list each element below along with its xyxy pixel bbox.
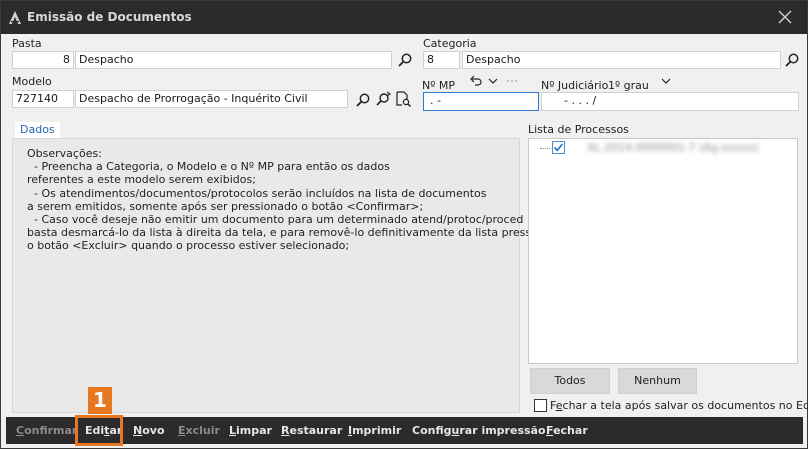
- dados-panel: Observações: - Preencha a Categoria, o M…: [12, 138, 555, 413]
- select-all-button[interactable]: Todos: [530, 368, 610, 394]
- categoria-code-field[interactable]: 8: [423, 51, 460, 69]
- close-button[interactable]: Fechar: [546, 417, 588, 444]
- grau-chevron-down-icon[interactable]: [660, 75, 672, 87]
- pasta-code-field[interactable]: 8: [12, 51, 74, 69]
- modelo-name-field[interactable]: Despacho de Prorrogação - Inquérito Civi…: [75, 90, 348, 108]
- grau-selector-label[interactable]: 1º grau: [608, 79, 649, 92]
- mp-label: Nº MP: [422, 79, 456, 92]
- modelo-search-icon[interactable]: [355, 92, 371, 108]
- undo-arrow-icon[interactable]: [469, 74, 483, 88]
- footer-toolbar: Confirmar Editar Novo Excluir Limpar Res…: [6, 417, 803, 444]
- restore-button[interactable]: Restaurar: [281, 417, 342, 444]
- window-title: Emissão de Documentos: [27, 10, 192, 24]
- select-none-button[interactable]: Nenhum: [618, 368, 697, 394]
- mp-chevron-down-icon[interactable]: [487, 75, 499, 87]
- document-emission-window: Emissão de Documentos Pasta 8 Despacho C…: [0, 0, 808, 449]
- modelo-code-field[interactable]: 727140: [12, 90, 74, 108]
- pasta-search-icon[interactable]: [397, 52, 413, 68]
- close-after-save-checkbox[interactable]: [534, 399, 547, 412]
- modelo-document-search-icon[interactable]: [395, 91, 411, 107]
- categoria-name-field[interactable]: Despacho: [462, 51, 781, 69]
- clear-button[interactable]: Limpar: [229, 417, 272, 444]
- tree-connector: [540, 148, 550, 149]
- pasta-name-field[interactable]: Despacho: [75, 51, 392, 69]
- checkmark-icon: [553, 143, 564, 152]
- process-item-checkbox[interactable]: [552, 141, 565, 154]
- categoria-search-icon[interactable]: [784, 52, 800, 68]
- process-list[interactable]: XL.2014.0000001-7 (Ag.xxxxx): [528, 138, 798, 364]
- process-list-label: Lista de Processos: [528, 123, 629, 136]
- process-item-label[interactable]: XL.2014.0000001-7 (Ag.xxxxx): [587, 141, 758, 154]
- title-bar: Emissão de Documentos: [1, 1, 807, 34]
- judiciario-label: Nº Judiciário: [541, 79, 609, 92]
- print-button[interactable]: Imprimir: [348, 417, 401, 444]
- judiciario-input[interactable]: - . . . /: [541, 92, 799, 111]
- categoria-label: Categoria: [423, 37, 477, 50]
- observations-text: Observações: - Preencha a Categoria, o M…: [27, 147, 555, 253]
- delete-button[interactable]: Excluir: [178, 417, 220, 444]
- modelo-refresh-search-icon[interactable]: [375, 91, 391, 107]
- new-button[interactable]: Novo: [133, 417, 165, 444]
- mp-input[interactable]: . -: [423, 92, 539, 111]
- more-dots-icon[interactable]: [506, 77, 518, 85]
- pasta-label: Pasta: [12, 37, 42, 50]
- edit-button-highlight: [75, 415, 123, 446]
- confirm-button[interactable]: Confirmar: [16, 417, 77, 444]
- modelo-label: Modelo: [12, 75, 52, 88]
- close-after-save-label[interactable]: Fechar a tela após salvar os documentos …: [550, 399, 808, 412]
- step-number-badge: 1: [88, 387, 112, 414]
- app-logo-icon: [9, 11, 21, 24]
- close-icon[interactable]: [775, 7, 795, 27]
- configure-print-button[interactable]: Configurar impressão: [412, 417, 546, 444]
